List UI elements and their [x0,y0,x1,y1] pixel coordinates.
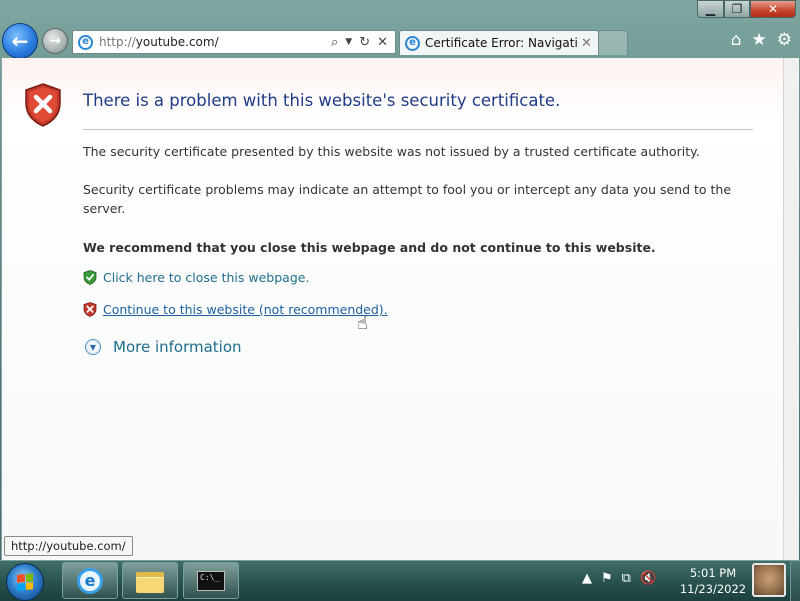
ie-page-icon: e [78,34,93,50]
continue-to-website-link[interactable]: Continue to this website (not recommende… [103,302,388,317]
toolbar-right-icons: ⌂ ★ ⚙ [731,30,792,50]
url-protocol: http:// [99,35,136,49]
more-information-toggle[interactable]: ▼ More information [85,338,242,356]
page-title: There is a problem with this website's s… [83,91,561,110]
navigation-toolbar: ← → e http://youtube.com/ ⌕ ▼ ↻ ✕ e Cert… [0,22,800,59]
internet-explorer-icon: e [77,567,103,594]
chevron-down-icon: ▼ [85,339,101,355]
tab-ie-icon: e [405,35,420,51]
taskbar-file-explorer[interactable] [122,562,178,599]
page-content: There is a problem with this website's s… [1,58,785,561]
search-icon[interactable]: ⌕ [331,35,338,50]
back-button[interactable]: ← [2,23,38,59]
close-window-button[interactable]: ✕ [750,0,796,18]
clock-time: 5:01 PM [689,566,737,580]
status-url-tooltip: http://youtube.com/ [4,536,133,556]
new-tab-button[interactable] [598,30,628,55]
settings-gear-icon[interactable]: ⚙ [777,30,792,50]
error-shield-icon [25,83,61,127]
recommendation-text: We recommend that you close this webpage… [83,240,656,255]
address-url[interactable]: http://youtube.com/ [99,35,331,49]
home-icon[interactable]: ⌂ [731,30,742,50]
maximize-button[interactable]: ❐ [724,0,750,18]
vertical-scrollbar[interactable] [783,58,799,560]
window-controls: ▁ ❐ ✕ [697,0,796,18]
folder-icon [136,570,164,593]
action-center-flag-icon[interactable]: ⚑ [601,571,613,586]
volume-muted-icon[interactable]: 🔇 [640,571,656,586]
paragraph-untrusted-authority: The security certificate presented by th… [83,144,700,159]
command-prompt-icon: C:\_ [197,570,225,591]
dropdown-icon[interactable]: ▼ [345,37,352,47]
start-button[interactable] [6,563,44,601]
stop-icon[interactable]: ✕ [377,35,388,50]
show-hidden-icons-icon[interactable]: ▲ [582,571,592,586]
back-arrow-icon: ← [11,29,29,53]
tab-title: Certificate Error: Navigation... [425,36,577,50]
network-icon[interactable]: ⧉ [622,571,631,586]
system-tray: ▲ ⚑ ⧉ 🔇 [582,571,656,586]
green-shield-icon [83,270,97,285]
minimize-button[interactable]: ▁ [697,0,724,18]
close-webpage-link[interactable]: Click here to close this webpage. [103,270,309,285]
taskbar-internet-explorer[interactable]: e [62,562,118,599]
continue-row: Continue to this website (not recommende… [83,302,388,317]
favorites-star-icon[interactable]: ★ [752,30,767,50]
tab-close-icon[interactable]: ✕ [581,36,592,51]
user-avatar[interactable] [752,563,786,597]
show-desktop-button[interactable] [790,561,800,601]
close-webpage-row: Click here to close this webpage. [83,270,309,285]
refresh-icon[interactable]: ↻ [359,35,370,50]
address-bar[interactable]: e http://youtube.com/ ⌕ ▼ ↻ ✕ [72,30,396,54]
forward-arrow-icon: → [49,33,61,49]
tab-certificate-error[interactable]: e Certificate Error: Navigation... ✕ [399,30,599,55]
clock[interactable]: 5:01 PM 11/23/2022 [678,565,748,597]
hand-pointer-cursor-icon: ☝ [357,313,368,334]
paragraph-warning: Security certificate problems may indica… [83,182,732,216]
clock-date: 11/23/2022 [679,582,747,596]
forward-button[interactable]: → [42,28,68,54]
url-domain: youtube.com/ [135,35,219,49]
divider [83,129,753,130]
red-shield-icon [83,302,97,317]
taskbar-command-prompt[interactable]: C:\_ [183,562,239,599]
windows-logo-icon [17,573,33,591]
taskbar: e C:\_ ▲ ⚑ ⧉ 🔇 5:01 PM 11/23/2022 [0,560,800,601]
more-information-label: More information [113,338,242,356]
